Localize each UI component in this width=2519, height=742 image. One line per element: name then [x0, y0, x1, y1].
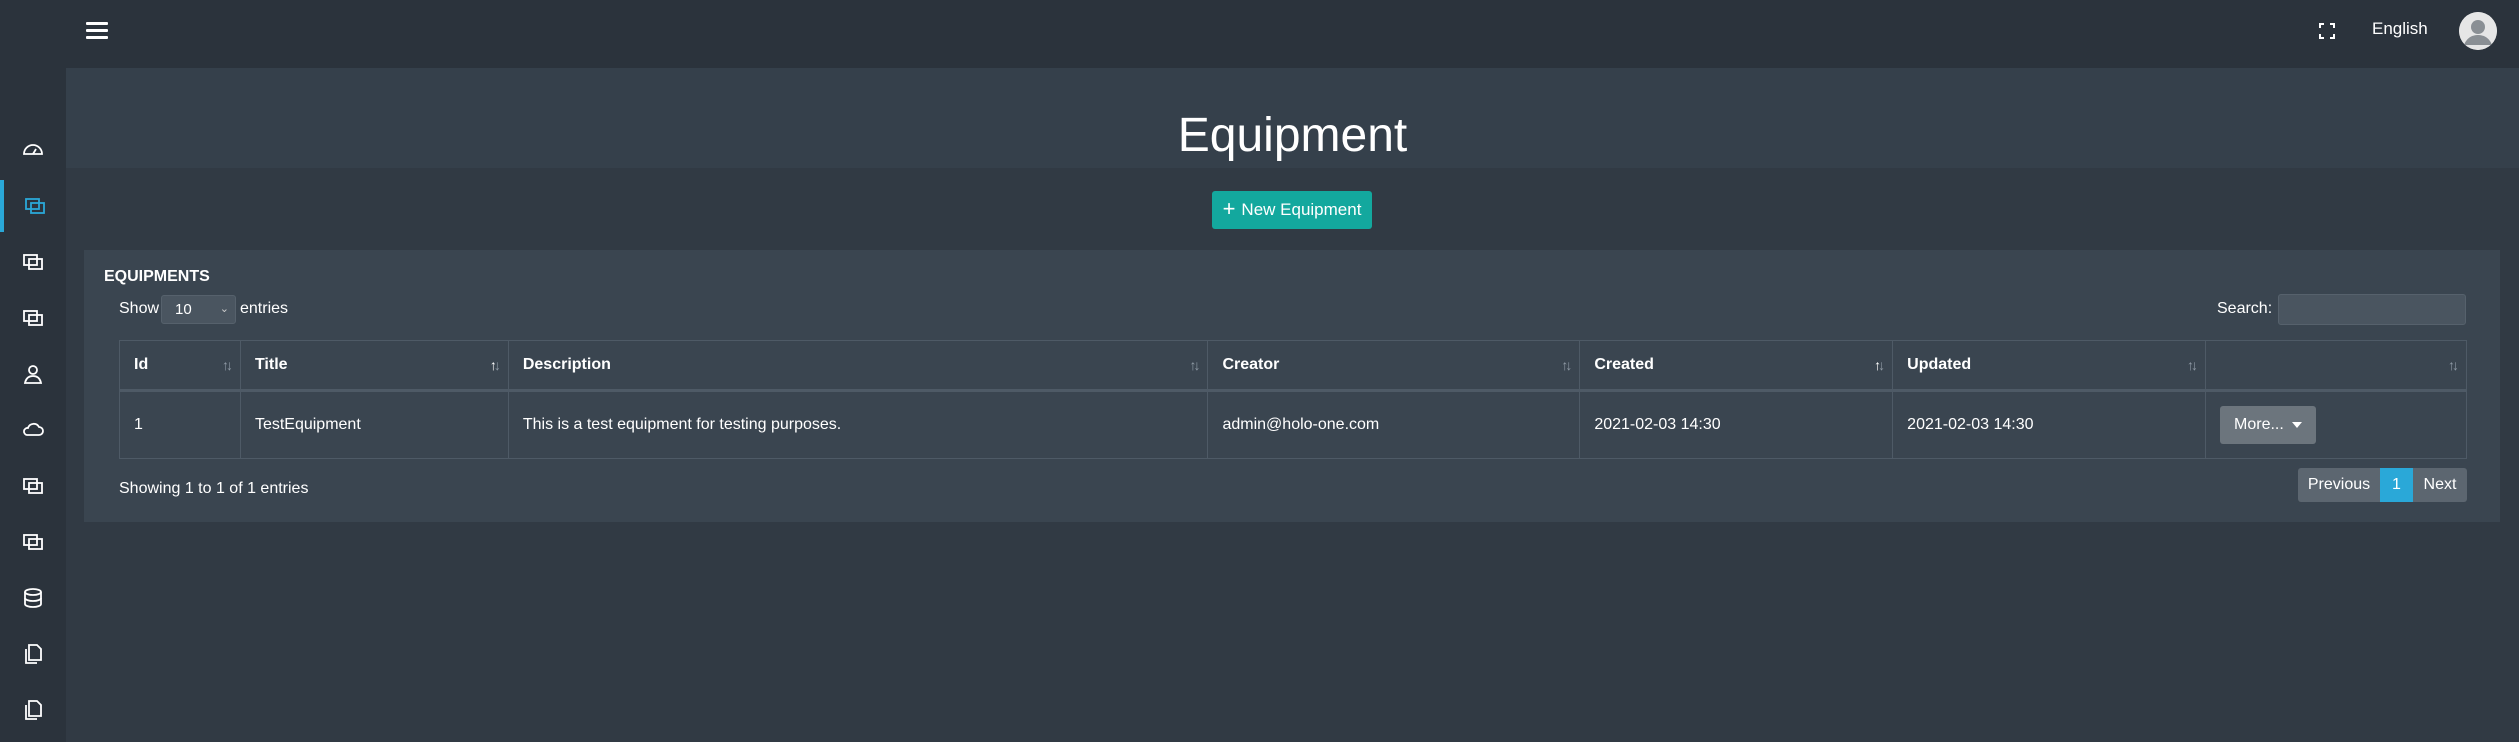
sidebar-item-windows-1[interactable] [0, 236, 66, 288]
show-label: Show [119, 300, 160, 317]
caret-down-icon [2291, 422, 2302, 428]
equipment-table: Id ↑↓ Title ↑↓ Description ↑↓ Creator ↑↓ Cre… [119, 340, 2467, 459]
more-actions-label: More... [2234, 416, 2284, 433]
chevron-down-icon: ⌄ [219, 303, 229, 315]
sidebar-item-windows-3[interactable] [0, 460, 66, 512]
cell-actions: More... [2205, 390, 2467, 459]
windows-icon [23, 310, 43, 326]
windows-icon [23, 534, 43, 550]
equipment-windows-icon [25, 198, 45, 214]
search-label: Search: [2217, 300, 2273, 317]
fullscreen-icon[interactable] [2318, 22, 2336, 40]
new-equipment-label: New Equipment [1241, 200, 1362, 219]
cell-id: 1 [119, 390, 241, 459]
sidebar-item-windows-4[interactable] [0, 516, 66, 568]
sidebar [0, 68, 66, 742]
column-header-creator[interactable]: Creator ↑↓ [1207, 340, 1581, 391]
sort-icon: ↑↓ [489, 357, 501, 373]
cell-updated: 2021-02-03 14:30 [1892, 390, 2207, 459]
sort-icon: ↑↓ [221, 357, 233, 373]
column-header-actions[interactable]: ↑↓ [2205, 340, 2467, 391]
table-info: Showing 1 to 1 of 1 entries [119, 480, 309, 497]
column-header-updated[interactable]: Updated ↑↓ [1892, 340, 2207, 391]
table-header-row: Id ↑↓ Title ↑↓ Description ↑↓ Creator ↑↓ Cre… [119, 340, 2467, 391]
sort-icon: ↑↓ [1189, 357, 1200, 373]
column-header-id[interactable]: Id ↑↓ [119, 340, 241, 391]
page-title: Equipment [1177, 109, 1408, 162]
top-bar: English [0, 0, 2519, 68]
cloud-icon [23, 422, 44, 436]
panel-title: EQUIPMENTS [104, 268, 210, 285]
user-avatar-icon[interactable] [2459, 12, 2497, 50]
sidebar-item-users[interactable] [0, 348, 66, 400]
column-header-created[interactable]: Created ↑↓ [1579, 340, 1894, 391]
sort-icon: ↑↓ [1874, 357, 1885, 373]
sidebar-item-files-1[interactable] [0, 628, 66, 680]
column-header-title[interactable]: Title ↑↓ [239, 340, 509, 391]
new-equipment-button[interactable]: + New Equipment [1212, 191, 1372, 229]
sidebar-item-cloud[interactable] [0, 404, 66, 456]
sort-icon: ↑↓ [2448, 357, 2459, 373]
page-1-button[interactable]: 1 [2380, 468, 2413, 502]
windows-icon [23, 254, 43, 270]
user-icon [23, 365, 43, 384]
database-icon [24, 588, 42, 608]
entries-label: entries [240, 300, 289, 317]
copy-files-icon [25, 644, 42, 664]
sidebar-item-database[interactable] [0, 572, 66, 624]
sort-icon: ↑↓ [2187, 357, 2198, 373]
page-size-value: 10 [175, 301, 192, 318]
column-header-description[interactable]: Description ↑↓ [507, 340, 1209, 391]
cell-created: 2021-02-03 14:30 [1579, 390, 1894, 459]
search-input[interactable] [2278, 294, 2466, 325]
cell-title: TestEquipment [239, 390, 509, 459]
plus-icon: + [1222, 196, 1236, 221]
sidebar-item-windows-2[interactable] [0, 292, 66, 344]
sidebar-item-files-2[interactable] [0, 684, 66, 736]
sidebar-item-dashboard[interactable] [0, 124, 66, 176]
dashboard-gauge-icon [23, 144, 43, 155]
hamburger-icon[interactable] [86, 22, 108, 44]
language-selector[interactable]: English [2372, 19, 2428, 39]
copy-files-icon [25, 700, 42, 720]
cell-creator: admin@holo-one.com [1207, 390, 1581, 459]
sort-icon: ↑↓ [1561, 357, 1572, 373]
more-actions-button[interactable]: More... [2220, 406, 2316, 444]
cell-description: This is a test equipment for testing pur… [507, 390, 1209, 459]
table-row: 1 TestEquipment This is a test equipment… [119, 390, 2467, 459]
sidebar-item-equipment[interactable] [0, 180, 66, 232]
next-page-button[interactable]: Next [2413, 468, 2467, 502]
windows-icon [23, 478, 43, 494]
previous-page-button[interactable]: Previous [2298, 468, 2380, 502]
page-size-select[interactable]: 10 ⌄ [161, 295, 236, 324]
pagination: Previous 1 Next [2298, 468, 2467, 502]
